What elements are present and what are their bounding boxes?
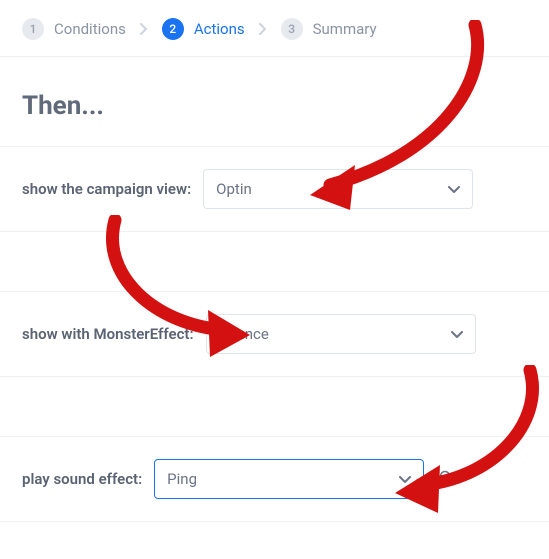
- wizard-steps: 1 Conditions 2 Actions 3 Summary: [0, 0, 549, 56]
- step-number-2: 2: [162, 18, 184, 40]
- section-heading-then: Then...: [0, 57, 549, 147]
- select-sound-effect[interactable]: Ping: [154, 459, 424, 499]
- spacer: [0, 377, 549, 437]
- label-sound-effect: play sound effect:: [22, 470, 142, 488]
- step-actions[interactable]: 2 Actions: [162, 18, 245, 40]
- select-monstereffect[interactable]: Bounce: [206, 314, 476, 354]
- rule-row-sound-effect: play sound effect: Ping: [0, 436, 549, 522]
- select-monstereffect-value: Bounce: [219, 325, 269, 343]
- step-conditions[interactable]: 1 Conditions: [22, 18, 126, 40]
- select-sound-effect-value: Ping: [167, 470, 197, 488]
- bell-icon[interactable]: [436, 470, 454, 488]
- chevron-down-icon: [448, 180, 460, 198]
- label-monstereffect: show with MonsterEffect:: [22, 325, 194, 343]
- step-number-3: 3: [281, 18, 303, 40]
- select-campaign-view[interactable]: Optin: [203, 169, 473, 209]
- rule-row-campaign-view: show the campaign view: Optin: [0, 146, 549, 232]
- step-summary[interactable]: 3 Summary: [281, 18, 377, 40]
- page-root: { "wizard": { "step1": { "num": "1", "la…: [0, 0, 549, 559]
- select-campaign-view-value: Optin: [216, 180, 252, 198]
- rule-row-monstereffect: show with MonsterEffect: Bounce: [0, 291, 549, 377]
- chevron-down-icon: [451, 325, 463, 343]
- step-label-actions: Actions: [194, 20, 245, 38]
- spacer: [0, 232, 549, 292]
- step-label-summary: Summary: [313, 20, 377, 38]
- chevron-down-icon: [399, 470, 411, 488]
- chevron-right-icon: [259, 23, 267, 35]
- step-number-1: 1: [22, 18, 44, 40]
- chevron-right-icon: [140, 23, 148, 35]
- step-label-conditions: Conditions: [54, 20, 126, 38]
- label-campaign-view: show the campaign view:: [22, 180, 191, 198]
